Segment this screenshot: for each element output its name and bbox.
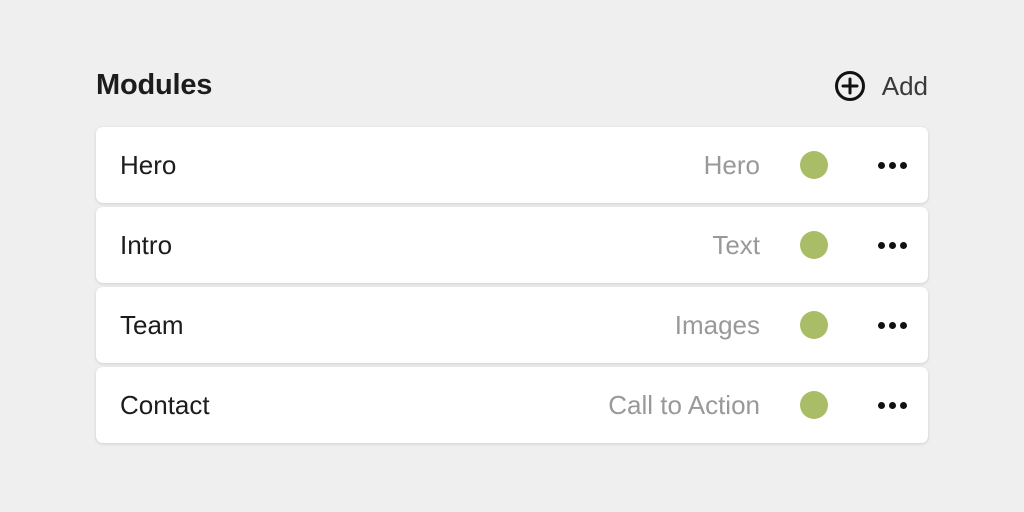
more-dot-icon (877, 161, 885, 169)
more-options-button[interactable] (870, 223, 914, 267)
page-title: Modules (96, 68, 213, 101)
more-options-button[interactable] (870, 383, 914, 427)
more-options-button[interactable] (870, 143, 914, 187)
module-row[interactable]: Contact Call to Action (96, 367, 928, 443)
status-indicator (800, 231, 828, 259)
more-dot-icon (888, 161, 896, 169)
module-type: Hero (703, 149, 760, 180)
module-row[interactable]: Hero Hero (96, 127, 928, 203)
more-dot-icon (888, 321, 896, 329)
more-dot-icon (877, 321, 885, 329)
more-dot-icon (899, 321, 907, 329)
module-type: Call to Action (608, 389, 760, 420)
module-type: Images (674, 309, 760, 340)
status-indicator (800, 391, 828, 419)
add-button-label: Add (881, 70, 928, 101)
module-row[interactable]: Team Images (96, 287, 928, 363)
more-dot-icon (899, 241, 907, 249)
more-dot-icon (899, 161, 907, 169)
more-dot-icon (899, 401, 907, 409)
more-dot-icon (877, 401, 885, 409)
modules-header: Modules Add (96, 60, 928, 110)
module-row[interactable]: Intro Text (96, 207, 928, 283)
module-name: Team (120, 309, 184, 340)
more-dot-icon (877, 241, 885, 249)
more-dot-icon (888, 241, 896, 249)
status-indicator (800, 311, 828, 339)
status-indicator (800, 151, 828, 179)
module-name: Intro (120, 229, 173, 260)
module-list: Hero Hero Intro Text Team Images Contact… (96, 127, 928, 443)
module-type: Text (712, 229, 760, 260)
more-options-button[interactable] (870, 303, 914, 347)
plus-circle-icon (834, 70, 866, 102)
more-dot-icon (888, 401, 896, 409)
add-module-button[interactable]: Add (834, 68, 928, 102)
module-name: Contact (120, 389, 210, 420)
modules-panel: Modules Add Hero Hero Intro Text Team Im… (96, 60, 928, 443)
module-name: Hero (120, 149, 177, 180)
